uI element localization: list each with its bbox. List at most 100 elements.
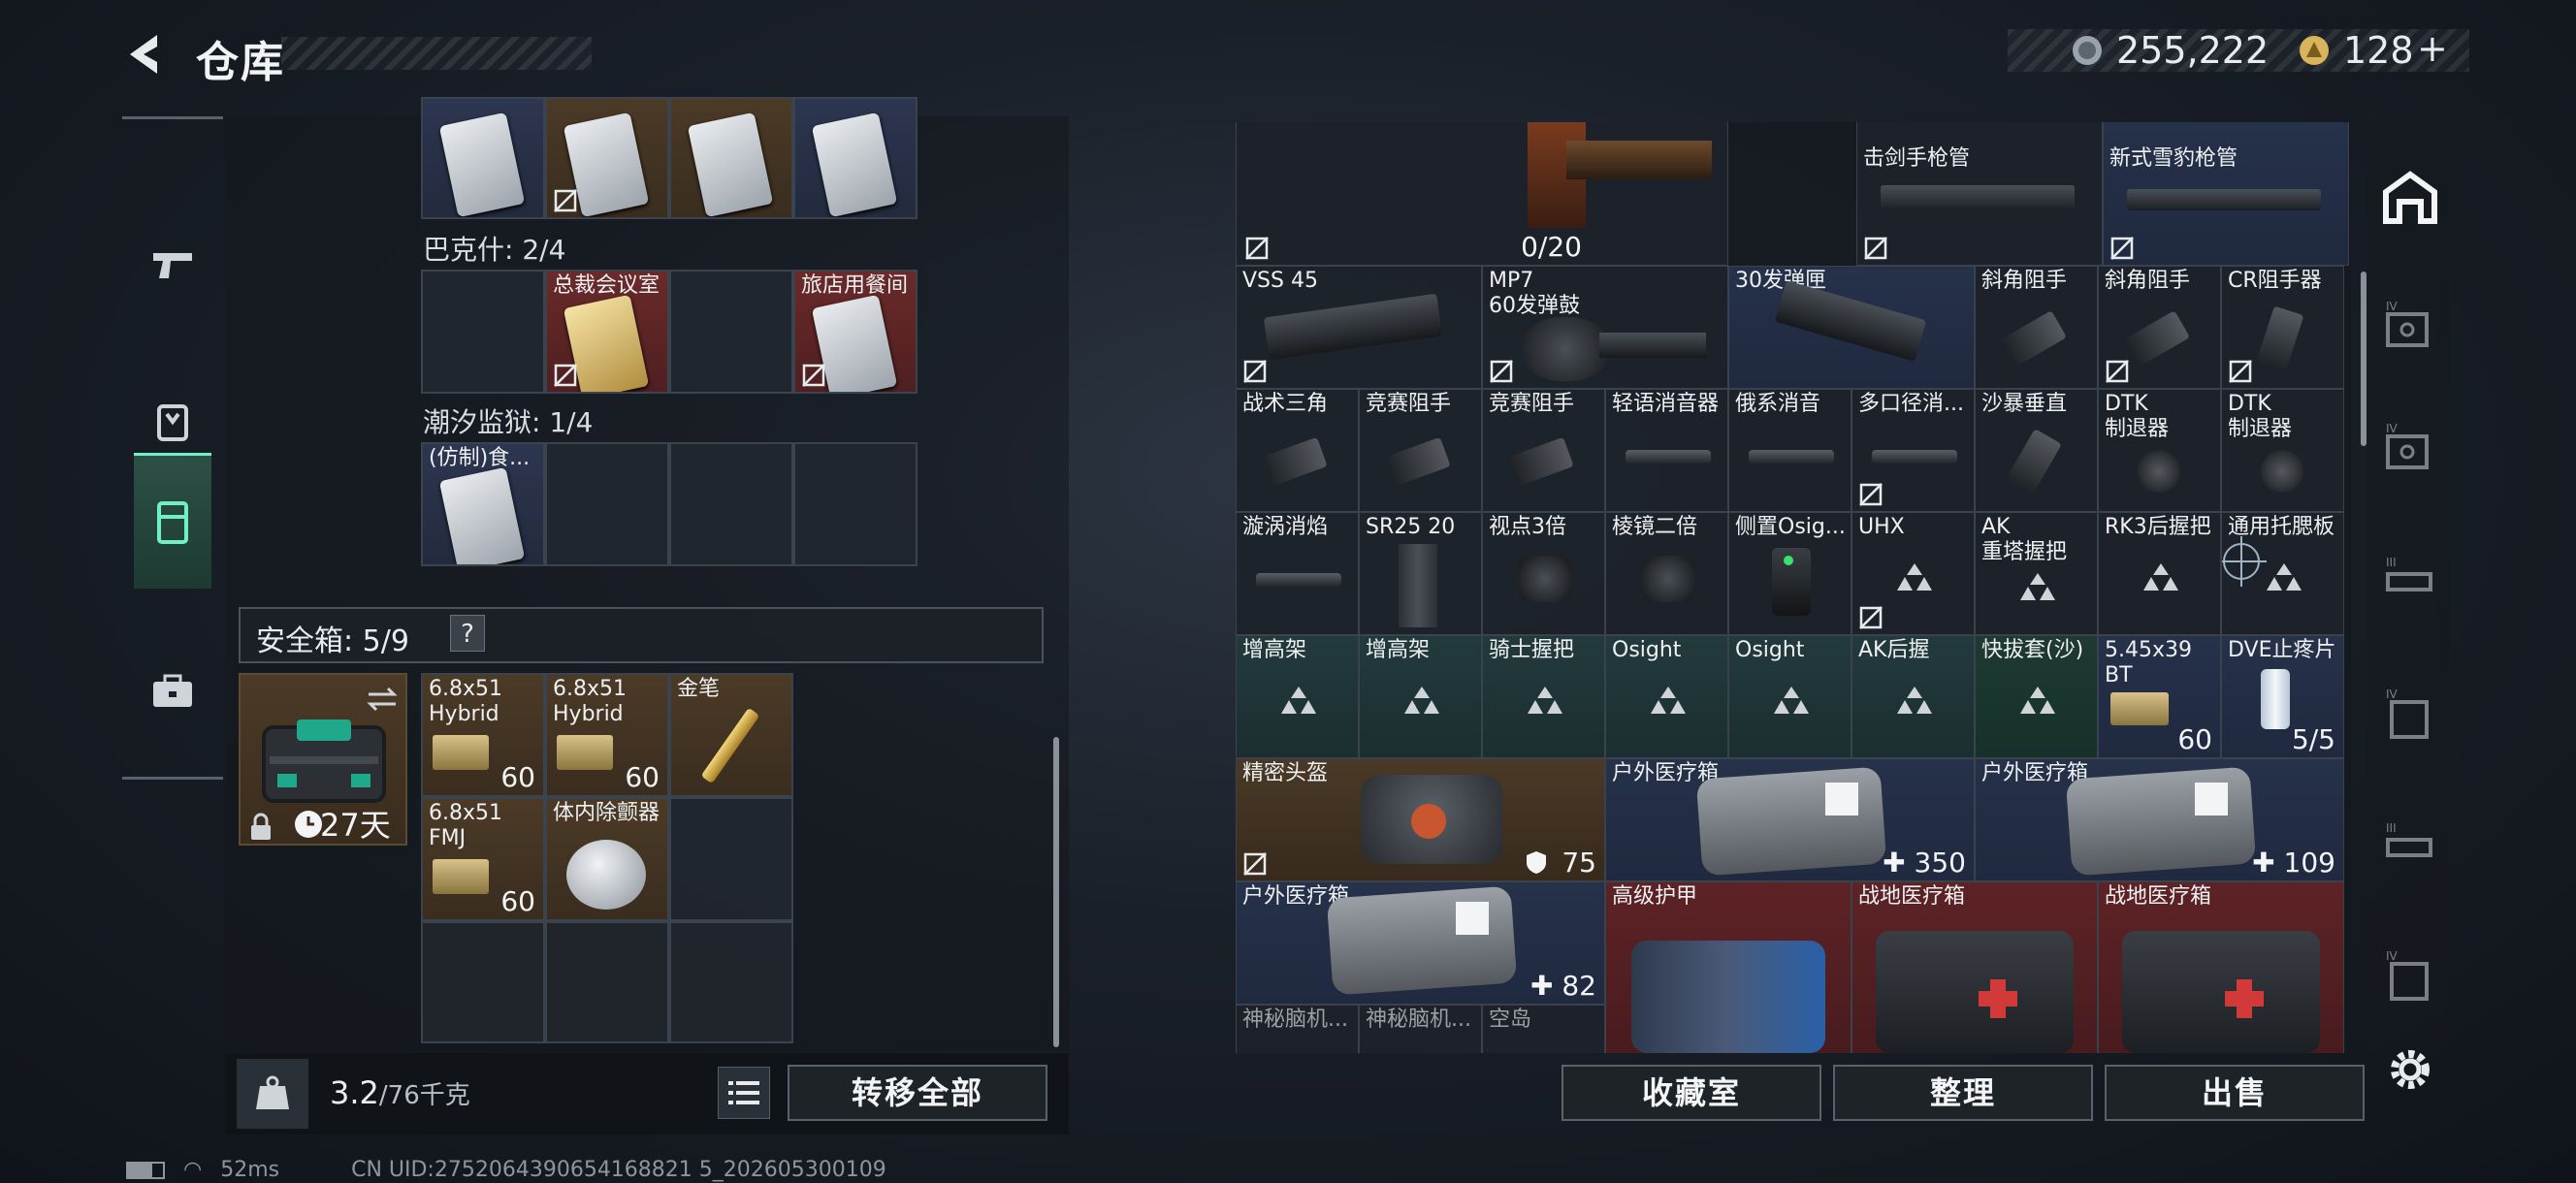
sight-item[interactable]: 侧置Osig... — [1728, 512, 1852, 635]
unknown-item-icon — [1651, 687, 1686, 714]
unknown-item[interactable]: Osight — [1605, 635, 1728, 758]
drum-magazine-item[interactable]: MP7 60发弹鼓 — [1482, 266, 1728, 389]
unknown-item[interactable]: 通用托腮板 — [2221, 512, 2344, 635]
keycard-slot-empty[interactable] — [793, 442, 918, 566]
barrel-item[interactable]: 击剑手枪管 — [1856, 122, 2103, 266]
handstop-item[interactable]: 斜角阻手 — [1975, 266, 2098, 389]
keycard-slot[interactable] — [669, 97, 793, 219]
storage-tab-iii-2[interactable]: III — [2380, 818, 2438, 877]
storage-tab-iv-4[interactable]: IV — [2380, 946, 2438, 1005]
safebox-slot-empty[interactable] — [421, 921, 545, 1043]
help-button[interactable]: ? — [450, 615, 485, 652]
unknown-item[interactable]: AK 重塔握把 — [1975, 512, 2098, 635]
ammo-item[interactable]: 6.8x51 Hybrid 60 — [545, 673, 669, 797]
keycard-slot[interactable] — [545, 97, 669, 219]
unknown-item[interactable]: AK后握 — [1852, 635, 1975, 758]
scope-item[interactable]: 棱镜二倍 — [1605, 512, 1728, 635]
valuable-item[interactable]: 金笔 — [669, 673, 793, 797]
valuable-item[interactable]: 体内除颤器 — [545, 797, 669, 921]
storage-tab-iv-2[interactable]: IV — [2380, 419, 2438, 477]
keycard-slot-empty[interactable] — [669, 270, 793, 394]
armor-item[interactable]: 高级护甲 — [1605, 881, 1852, 1053]
keycard-slot[interactable]: (仿制)食... — [421, 442, 545, 566]
scope-item[interactable]: 视点3倍 — [1482, 512, 1605, 635]
left-scrollbar[interactable] — [1053, 737, 1059, 1047]
back-arrow-icon[interactable] — [118, 29, 173, 80]
unknown-item[interactable]: 快拔套(沙) — [1975, 635, 2098, 758]
item-count: 60 — [500, 885, 535, 917]
keycard-slot[interactable] — [793, 97, 918, 219]
item-label: 5.45x39 BT — [2105, 638, 2192, 687]
keycard-slot[interactable]: 旅店用餐间 — [793, 270, 918, 394]
nav-weapons[interactable] — [134, 197, 211, 333]
add-currency-button[interactable]: + — [2417, 27, 2448, 70]
no-trade-icon — [802, 364, 825, 387]
grip-icon — [2006, 429, 2062, 495]
medicine-item[interactable]: DVE止疼片 5/5 — [2221, 635, 2344, 758]
medkit-item[interactable]: 战地医疗箱 — [2098, 881, 2344, 1053]
unknown-item[interactable]: Osight — [1728, 635, 1852, 758]
safebox-slot-empty[interactable] — [545, 921, 669, 1043]
magazine-item[interactable]: VSS 45 — [1236, 266, 1482, 389]
unknown-item-icon — [1281, 687, 1316, 714]
muzzle-brake-item[interactable]: DTK 制退器 — [2221, 389, 2344, 512]
keycard-slot-empty[interactable] — [669, 442, 793, 566]
unknown-item-icon — [2267, 563, 2302, 591]
medkit-item[interactable]: 户外医疗箱 ✚ 82 — [1236, 881, 1605, 1005]
unknown-item[interactable]: UHX — [1852, 512, 1975, 635]
unknown-item[interactable]: 增高架 — [1359, 635, 1482, 758]
item-partial[interactable]: 空岛 — [1482, 1005, 1605, 1053]
handstop-item[interactable]: 竞赛阻手 — [1359, 389, 1482, 512]
ammo-item[interactable]: 6.8x51 Hybrid 60 — [421, 673, 545, 797]
no-trade-icon — [1859, 606, 1883, 629]
collection-button[interactable]: 收藏室 — [1562, 1065, 1821, 1121]
muzzle-brake-item[interactable]: DTK 制退器 — [2098, 389, 2221, 512]
sort-button[interactable]: 整理 — [1833, 1065, 2093, 1121]
medkit-item[interactable]: 战地医疗箱 — [1852, 881, 2098, 1053]
item-label: 6.8x51 FMJ — [429, 801, 503, 850]
warehouse-icon[interactable] — [2382, 169, 2438, 225]
keycard-slot-empty[interactable] — [421, 270, 545, 394]
grip-item[interactable]: 沙暴垂直 — [1975, 389, 2098, 512]
ammo-item[interactable]: 5.45x39 BT 60 — [2098, 635, 2221, 758]
transfer-all-button[interactable]: 转移全部 — [788, 1065, 1047, 1121]
barrel-item[interactable]: 新式雪豹枪管 — [2103, 122, 2349, 266]
storage-tab-iii-1[interactable]: III — [2380, 553, 2438, 611]
suppressor-item[interactable]: 轻语消音器 — [1605, 389, 1728, 512]
keycard-slot[interactable]: 总裁会议室 — [545, 270, 669, 394]
flash-hider-item[interactable]: 漩涡消焰 — [1236, 512, 1359, 635]
safebox-slot-empty[interactable] — [669, 797, 793, 921]
rifle-body-icon — [1566, 141, 1712, 179]
unknown-item[interactable]: RK3后握把 — [2098, 512, 2221, 635]
medkit-item[interactable]: 户外医疗箱 ✚ 109 — [1975, 758, 2344, 881]
storage-tab-iv-3[interactable]: IV — [2380, 685, 2438, 743]
suppressor-item[interactable]: 俄系消音 — [1728, 389, 1852, 512]
backpack-icon — [157, 404, 188, 441]
keycard-slot-empty[interactable] — [545, 442, 669, 566]
sell-button[interactable]: 出售 — [2105, 1065, 2365, 1121]
grip-item[interactable]: 战术三角 — [1236, 389, 1359, 512]
item-partial[interactable]: 神秘脑机... — [1359, 1005, 1482, 1053]
handstop-item[interactable]: 竞赛阻手 — [1482, 389, 1605, 512]
safebox-slot-empty[interactable] — [669, 921, 793, 1043]
magazine-item[interactable]: SR25 20 — [1359, 512, 1482, 635]
ammo-item[interactable]: 6.8x51 FMJ 60 — [421, 797, 545, 921]
helmet-item[interactable]: 精密头盔 75 — [1236, 758, 1605, 881]
magazine-item[interactable]: 30发弹匣 — [1728, 266, 1975, 389]
keycard-slot[interactable] — [421, 97, 545, 219]
storage-tab-iv-1[interactable]: IV — [2380, 297, 2438, 355]
unknown-item[interactable]: 骑士握把 — [1482, 635, 1605, 758]
nav-cases[interactable] — [134, 623, 211, 759]
handstop-item[interactable]: CR阻手器 — [2221, 266, 2344, 389]
list-view-button[interactable] — [718, 1067, 770, 1119]
item-count: 75 — [1562, 847, 1596, 879]
medkit-item[interactable]: 户外医疗箱 ✚ 350 — [1605, 758, 1975, 881]
handstop-item[interactable]: 斜角阻手 — [2098, 266, 2221, 389]
suppressor-item[interactable]: 多口径消... — [1852, 389, 1975, 512]
nav-containers[interactable] — [134, 453, 211, 589]
unknown-item[interactable]: 增高架 — [1236, 635, 1359, 758]
item-label: 视点3倍 — [1489, 515, 1566, 539]
item-partial[interactable]: 神秘脑机... — [1236, 1005, 1359, 1053]
settings-gear-icon[interactable] — [2386, 1045, 2434, 1094]
rifle-item[interactable]: 0/20 — [1236, 122, 1728, 266]
